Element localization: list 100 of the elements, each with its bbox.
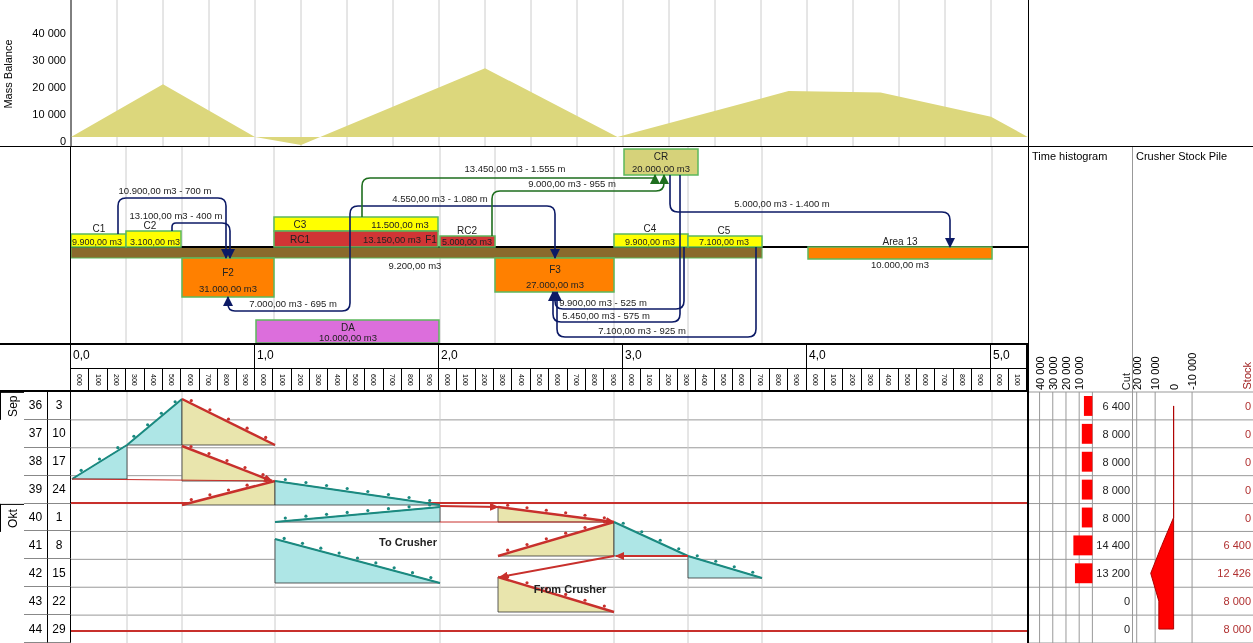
section-name: RC1 (290, 234, 310, 245)
axis-tick-label: 20 000 (1133, 356, 1143, 390)
section-volume: 9.900,00 m3 (72, 237, 122, 247)
value-label: 0 (1244, 455, 1251, 468)
value-label: 13 200 (1096, 567, 1130, 580)
axis-title: Mass Balance (2, 39, 14, 109)
value-label: 0 (1244, 427, 1251, 440)
axis-tick-label: 30 000 (32, 54, 66, 66)
histogram-bar (1081, 423, 1093, 444)
section-volume: 5.000,00 m3 (442, 237, 492, 247)
section-name: F3 (549, 264, 561, 275)
day-number: 8 (48, 531, 71, 560)
section-volume: 20.000,00 m3 (631, 163, 691, 174)
haul-label: 9.000,00 m3 - 955 m (528, 178, 616, 189)
axis-tick-label: 10 000 (1073, 356, 1086, 390)
value-label: 14 400 (1096, 539, 1130, 552)
column-header: Cut (1120, 372, 1132, 390)
haul-label: 4.550,00 m3 - 1.080 m (392, 193, 488, 204)
axis-tick-label: 40 000 (32, 27, 66, 39)
station-label: 1,0 (255, 345, 439, 368)
value-label: 0 (1244, 399, 1251, 412)
panel-title: Crusher Stock Pile (1135, 149, 1229, 164)
section-name: C2 (143, 220, 157, 231)
column-header: Stock (1241, 362, 1253, 390)
value-label: 0 (1123, 623, 1130, 636)
haul-label: 5.450,00 m3 - 575 m (562, 310, 650, 321)
section-name: C5 (717, 225, 731, 236)
value-label: 6 400 (1102, 399, 1130, 412)
haul-annotation: To Crusher (379, 536, 437, 548)
day-number: 22 (48, 587, 71, 616)
histogram-bar (1073, 535, 1093, 556)
axis-tick-label: -10 000 (1186, 352, 1199, 390)
histogram-bar (1081, 507, 1093, 528)
axis-tick-label: 20 000 (1059, 356, 1072, 390)
axis-tick-label: 40 000 (1033, 356, 1046, 390)
section-volume: 7.100,00 m3 (699, 237, 749, 247)
section-volume: 13.150,00 m3 (362, 234, 422, 245)
station-label: 3,0 (623, 345, 807, 368)
week-number: 42 (24, 559, 48, 588)
cut-haul-triangle-drawing (71, 444, 128, 480)
section-volume: 11.500,00 m3 (371, 219, 429, 230)
haul-label: 10.900,00 m3 - 700 m (118, 185, 212, 196)
axis-tick-label: 10 000 (32, 108, 66, 120)
axis-tick-label: 10 000 (1149, 356, 1162, 390)
section-volume: 10.000,00 m3 (870, 259, 930, 270)
week-number: 39 (24, 475, 48, 504)
week-number: 43 (24, 587, 48, 616)
haul-label: 13.100,00 m3 - 400 m (129, 210, 223, 221)
section-name: C3 (293, 219, 307, 230)
value-label: 8 000 (1223, 595, 1251, 608)
day-number: 29 (48, 615, 71, 643)
axis-tick-label: 0 (59, 135, 66, 146)
station-label: 2,0 (439, 345, 623, 368)
axis-tick-label: 30 000 (1046, 356, 1059, 390)
section-name: C1 (92, 223, 106, 234)
day-number: 17 (48, 447, 71, 476)
value-label: 0 (1123, 595, 1130, 608)
cut-haul-triangle-drawing (126, 398, 183, 446)
section-name: C4 (643, 223, 657, 234)
week-number: 40 (24, 503, 48, 532)
haul-label: 5.000,00 m3 - 1.400 m (734, 198, 830, 209)
section-name: DA (341, 322, 355, 333)
histogram-bar (1083, 396, 1093, 416)
section-volume: 3.100,00 m3 (130, 237, 180, 247)
section-name: RC2 (457, 225, 477, 236)
value-label: 0 (1244, 511, 1251, 524)
haul-label: 13.450,00 m3 - 1.555 m (464, 163, 566, 174)
value-label: 8 000 (1102, 455, 1130, 468)
axis-tick-label: 0 (1167, 383, 1180, 390)
value-label: 0 (1244, 483, 1251, 496)
haul-label: 7.100,00 m3 - 925 m (598, 325, 686, 336)
haul-label: 9.900,00 m3 - 525 m (559, 297, 647, 308)
section-name: Area 13 (882, 236, 918, 247)
panel-title: Time histogram (1031, 149, 1109, 164)
axis-tick-label: 20 000 (32, 81, 66, 93)
section-volume: 9.900,00 m3 (625, 237, 675, 247)
day-number: 1 (48, 503, 71, 532)
week-number: 38 (24, 447, 48, 476)
section-volume: 27.000,00 m3 (525, 279, 585, 290)
month-label: Okt (0, 503, 24, 532)
section-volume: 9.200,00 m3 (388, 260, 442, 271)
section-volume: 10.000,00 m3 (318, 332, 378, 343)
week-number: 36 (24, 392, 48, 420)
section-name: CR (653, 151, 669, 162)
week-number: 41 (24, 531, 48, 560)
value-label: 12 426 (1217, 567, 1251, 580)
haul-annotation: From Crusher (533, 583, 607, 595)
day-number: 3 (48, 392, 71, 420)
station-label: 5,0 (991, 345, 1027, 368)
value-label: 8 000 (1102, 511, 1130, 524)
histogram-bar (1081, 451, 1093, 472)
day-number: 24 (48, 475, 71, 504)
section-name: F1 (425, 234, 437, 245)
week-number: 44 (24, 615, 48, 643)
station-label: 0,0 (71, 345, 255, 368)
day-number: 15 (48, 559, 71, 588)
value-label: 8 000 (1102, 483, 1130, 496)
value-label: 6 400 (1223, 539, 1251, 552)
haul-label: 7.000,00 m3 - 695 m (249, 298, 337, 309)
month-label: Sep (0, 392, 24, 420)
